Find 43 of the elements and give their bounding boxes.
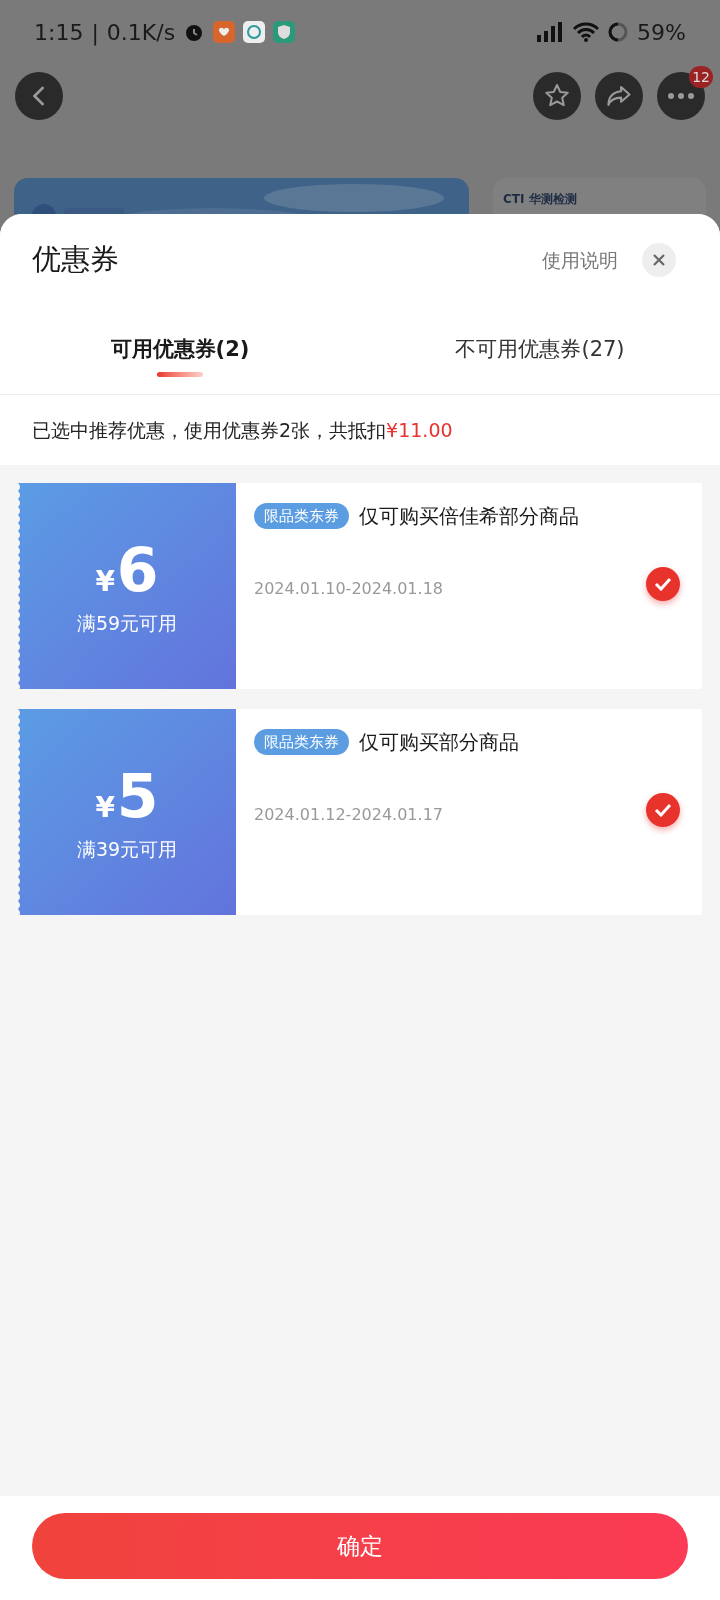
battery-icon [607, 21, 630, 43]
tab[interactable]: 可用优惠券(2) [0, 306, 360, 394]
app-icon [243, 21, 266, 43]
back-icon [33, 86, 45, 106]
checkbox[interactable] [646, 793, 680, 827]
confirm-button[interactable]: 确定 [32, 1513, 688, 1579]
check-icon [654, 577, 672, 591]
battery-level: 59% [637, 18, 686, 47]
coupon-tag: 限品类东券 [254, 503, 349, 529]
notification-badge: 12 [689, 66, 713, 88]
sheet-title: 优惠券 [32, 241, 120, 279]
close-button[interactable] [642, 243, 676, 277]
coupon-card[interactable]: ¥5 满39元可用 限品类东券 仅可购买部分商品 2024.01.12-2024.01.17 [18, 709, 702, 915]
check-icon [654, 803, 672, 817]
coupon-dates: 2024.01.10-2024.01.18 [254, 578, 444, 600]
brand-text: CTI 华测检测 [503, 192, 577, 206]
favorite-button[interactable] [533, 72, 581, 120]
summary-text: 已选中推荐优惠，使用优惠券2张，共抵扣¥11.00 [31, 417, 454, 443]
coupon-card[interactable]: ¥6 满59元可用 限品类东券 仅可购买倍佳希部分商品 2024.01.10-2024.01.18 [18, 483, 702, 689]
shield-icon [273, 21, 296, 43]
tab[interactable]: 不可用优惠券(27) [360, 306, 720, 394]
coupon-condition: 满59元可用 [76, 610, 178, 636]
status-time: 1:15 [34, 18, 84, 47]
back-button[interactable] [15, 72, 63, 120]
coupon-amount: 6 [116, 534, 159, 605]
share-button[interactable] [595, 72, 643, 120]
coupon-condition: 满39元可用 [76, 836, 178, 862]
share-icon [607, 86, 631, 106]
coupon-tag: 限品类东券 [254, 729, 349, 755]
help-link[interactable]: 使用说明 [542, 245, 618, 275]
app-icon [213, 21, 236, 43]
more-icon [667, 92, 695, 100]
separator: | [91, 18, 99, 48]
coupon-title: 仅可购买倍佳希部分商品 [359, 503, 579, 530]
coupon-title: 仅可购买部分商品 [359, 729, 519, 756]
currency-sign: ¥ [95, 563, 115, 600]
network-speed: 0.1K/s [106, 18, 176, 47]
coupon-dates: 2024.01.12-2024.01.17 [254, 804, 444, 826]
currency-sign: ¥ [95, 789, 115, 826]
close-icon [652, 253, 666, 267]
checkbox[interactable] [646, 567, 680, 601]
wifi-icon [573, 21, 600, 43]
coupon-amount: 5 [116, 760, 159, 831]
